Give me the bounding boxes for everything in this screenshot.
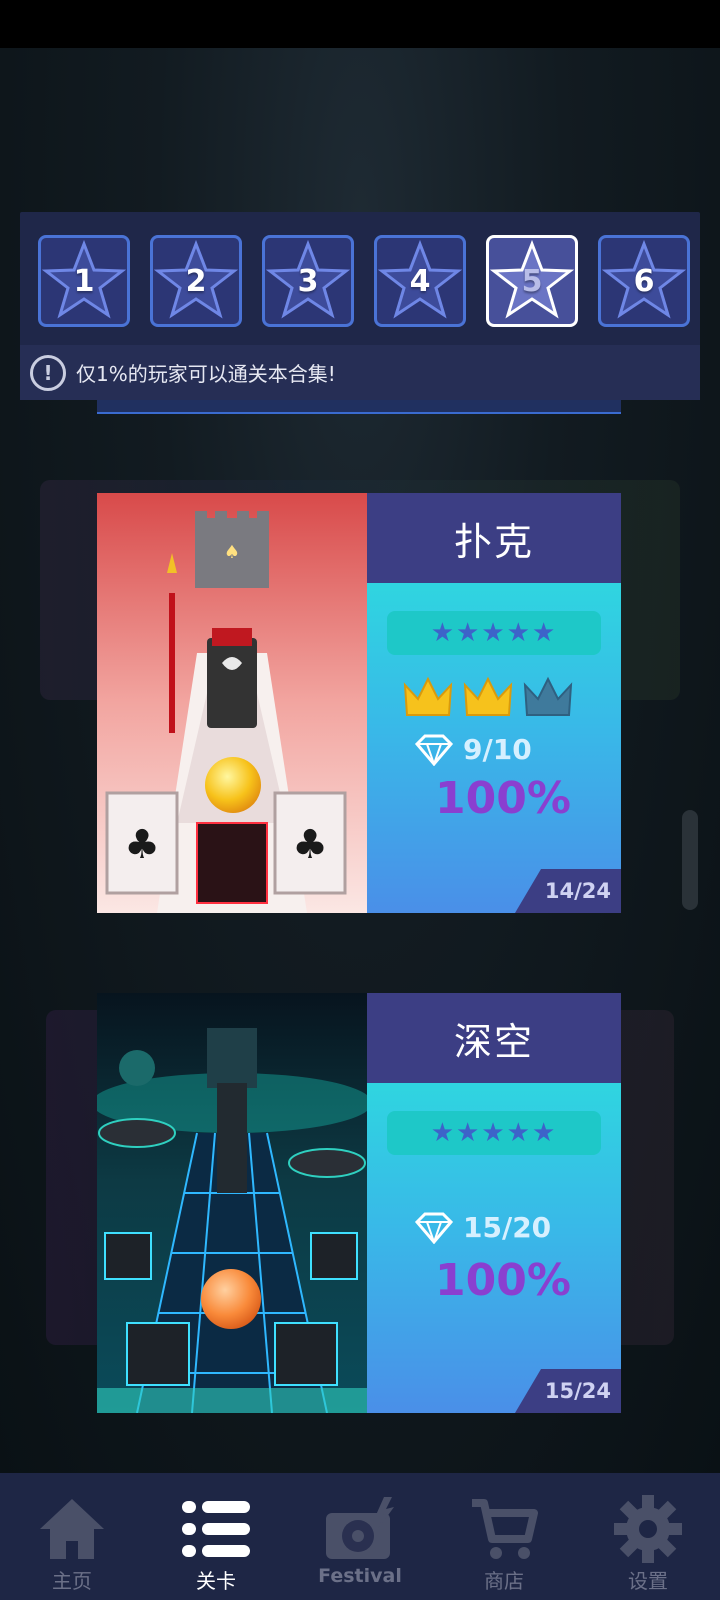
collection-selector: 1 2 3 4 5 6 ! 仅1%的玩家可以通关本合集! [20,212,700,400]
level-info: 扑克 ★★★★★ 9/10 100% 14/24 [367,493,621,913]
gem-count: 9/10 [463,733,532,766]
level-card-poker[interactable]: ♣ ♣ ♠ 扑克 ★★★★★ 9/10 100% 14/24 [97,493,621,913]
cart-icon [472,1499,538,1559]
crown-icon [403,676,453,716]
completion-percent: 100% [435,773,571,824]
collection-tile-3[interactable]: 3 [262,235,354,327]
level-progress: 15/24 [515,1369,621,1413]
level-stats: ★★★★★ 15/20 100% 15/24 [367,1083,621,1413]
collection-tile-4[interactable]: 4 [374,235,466,327]
gear-icon [614,1495,682,1563]
gem-counter: 15/20 [415,1211,551,1244]
festival-icon [326,1497,394,1559]
level-title: 扑克 [367,493,621,583]
collection-tile-1[interactable]: 1 [38,235,130,327]
svg-text:♣: ♣ [292,822,328,868]
svg-text:♠: ♠ [224,542,240,563]
nav-levels[interactable]: 关卡 [144,1473,288,1600]
collection-number: 6 [633,263,655,299]
level-title: 深空 [367,993,621,1083]
nav-shop[interactable]: 商店 [432,1473,576,1600]
completion-percent: 100% [435,1255,571,1306]
star-rating: ★★★★★ [387,611,601,655]
diamond-icon [415,734,453,766]
collection-number: 4 [409,263,431,299]
crowns [403,675,573,719]
deep-space-level-art [97,993,367,1413]
crown-empty-icon [523,676,573,716]
list-icon [182,1501,250,1557]
nav-home[interactable]: 主页 [0,1473,144,1600]
collection-tile-5[interactable]: 5 [486,235,578,327]
status-bar [0,0,720,48]
star-rating: ★★★★★ [387,1111,601,1155]
poker-level-art: ♣ ♣ ♠ [97,493,367,913]
collection-number: 5 [521,263,543,299]
collection-tile-2[interactable]: 2 [150,235,242,327]
scrollbar[interactable] [682,810,698,910]
svg-text:♣: ♣ [124,822,160,868]
previous-card-edge [97,400,621,414]
nav-label-levels: 关卡 [196,1569,236,1593]
collection-number: 3 [297,263,319,299]
crown-icon [463,676,513,716]
nav-settings[interactable]: 设置 [576,1473,720,1600]
nav-label-shop: 商店 [484,1569,524,1593]
collection-notice: ! 仅1%的玩家可以通关本合集! [20,345,700,400]
level-card-deep-space[interactable]: 深空 ★★★★★ 15/20 100% 15/24 [97,993,621,1413]
nav-festival[interactable]: Festival [288,1473,432,1600]
info-icon: ! [30,354,66,391]
collection-number: 1 [73,263,95,299]
diamond-icon [415,1212,453,1244]
notice-text: 仅1%的玩家可以通关本合集! [76,362,336,386]
nav-label-settings: 设置 [628,1569,668,1593]
level-info: 深空 ★★★★★ 15/20 100% 15/24 [367,993,621,1413]
nav-label-home: 主页 [52,1569,92,1593]
gem-count: 15/20 [463,1211,552,1244]
collection-tile-6[interactable]: 6 [598,235,690,327]
gem-counter: 9/10 [415,733,532,766]
level-progress: 14/24 [515,869,621,913]
level-stats: ★★★★★ 9/10 100% 14/24 [367,583,621,913]
home-icon [40,1499,104,1559]
collection-tiles: 1 2 3 4 5 6 [38,235,690,327]
nav-label-festival: Festival [318,1565,402,1587]
bottom-nav: 主页 关卡 Festival 商店 设置 [0,1473,720,1600]
collection-number: 2 [185,263,207,299]
